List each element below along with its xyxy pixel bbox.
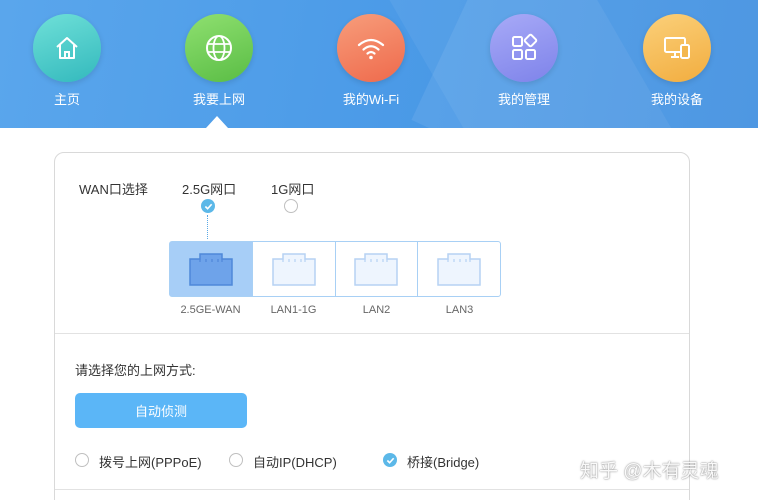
- section-divider: [55, 333, 689, 334]
- wifi-icon: [337, 14, 405, 82]
- wan-option-label: 1G网口: [271, 182, 315, 197]
- selection-connector: [207, 215, 208, 239]
- watermark-text: 知乎 @木有灵魂: [580, 461, 719, 482]
- nav-label: 我的设备: [650, 92, 703, 107]
- globe-icon: [185, 14, 253, 82]
- wan-radio-2-5g[interactable]: [201, 199, 215, 213]
- auto-detect-button[interactable]: 自动侦测: [75, 393, 247, 428]
- port-diagram: [169, 241, 501, 297]
- home-icon: [33, 14, 101, 82]
- port-label: LAN2: [362, 304, 391, 316]
- ethernet-port-icon: [271, 253, 316, 286]
- apps-icon: [490, 14, 558, 82]
- top-navigation-bar: 主页 我要上网 我的Wi-Fi 我的管理 我的设备: [0, 0, 758, 128]
- nav-label: 主页: [53, 92, 80, 107]
- section-divider: [55, 489, 689, 490]
- connection-method-title: 请选择您的上网方式:: [75, 363, 196, 378]
- port-lan1[interactable]: [253, 242, 336, 296]
- nav-label: 我的管理: [497, 92, 550, 107]
- port-lan2[interactable]: [336, 242, 419, 296]
- mode-label-pppoe[interactable]: 拨号上网(PPPoE): [99, 452, 202, 471]
- wan-option-1g[interactable]: 1G网口: [271, 179, 314, 198]
- mode-label-bridge[interactable]: 桥接(Bridge): [407, 452, 479, 471]
- active-nav-indicator: [206, 116, 228, 128]
- port-label: LAN3: [445, 304, 474, 316]
- nav-item-wifi[interactable]: 我的Wi-Fi: [321, 14, 421, 108]
- port-2-5ge-wan[interactable]: [170, 242, 253, 296]
- wan-port-label: WAN口选择: [79, 182, 148, 197]
- port-lan3[interactable]: [418, 242, 500, 296]
- mode-radio-bridge[interactable]: [383, 453, 397, 467]
- ethernet-port-icon: [437, 253, 481, 286]
- checkmark-icon: [204, 203, 212, 210]
- ethernet-port-icon: [189, 253, 233, 286]
- nav-item-home[interactable]: 主页: [17, 14, 117, 108]
- nav-item-devices[interactable]: 我的设备: [627, 14, 727, 108]
- wan-option-label: 2.5G网口: [182, 182, 237, 197]
- port-label: LAN1-1G: [270, 304, 317, 316]
- ethernet-port-icon: [354, 253, 399, 286]
- wan-settings-panel: WAN口选择 2.5G网口 1G网口 2.5GE-WAN LAN1-1G LAN…: [54, 152, 690, 500]
- port-label: 2.5GE-WAN: [180, 304, 241, 316]
- nav-label: 我的Wi-Fi: [342, 92, 400, 107]
- mode-radio-pppoe[interactable]: [75, 453, 89, 467]
- nav-label: 我要上网: [192, 92, 245, 107]
- nav-item-internet[interactable]: 我要上网: [169, 14, 269, 108]
- wan-radio-1g[interactable]: [284, 199, 298, 213]
- checkmark-icon: [386, 457, 394, 464]
- mode-label-dhcp[interactable]: 自动IP(DHCP): [253, 452, 337, 471]
- wan-option-2-5g[interactable]: 2.5G网口: [182, 179, 236, 198]
- mode-radio-dhcp[interactable]: [229, 453, 243, 467]
- nav-item-management[interactable]: 我的管理: [474, 14, 574, 108]
- device-icon: [643, 14, 711, 82]
